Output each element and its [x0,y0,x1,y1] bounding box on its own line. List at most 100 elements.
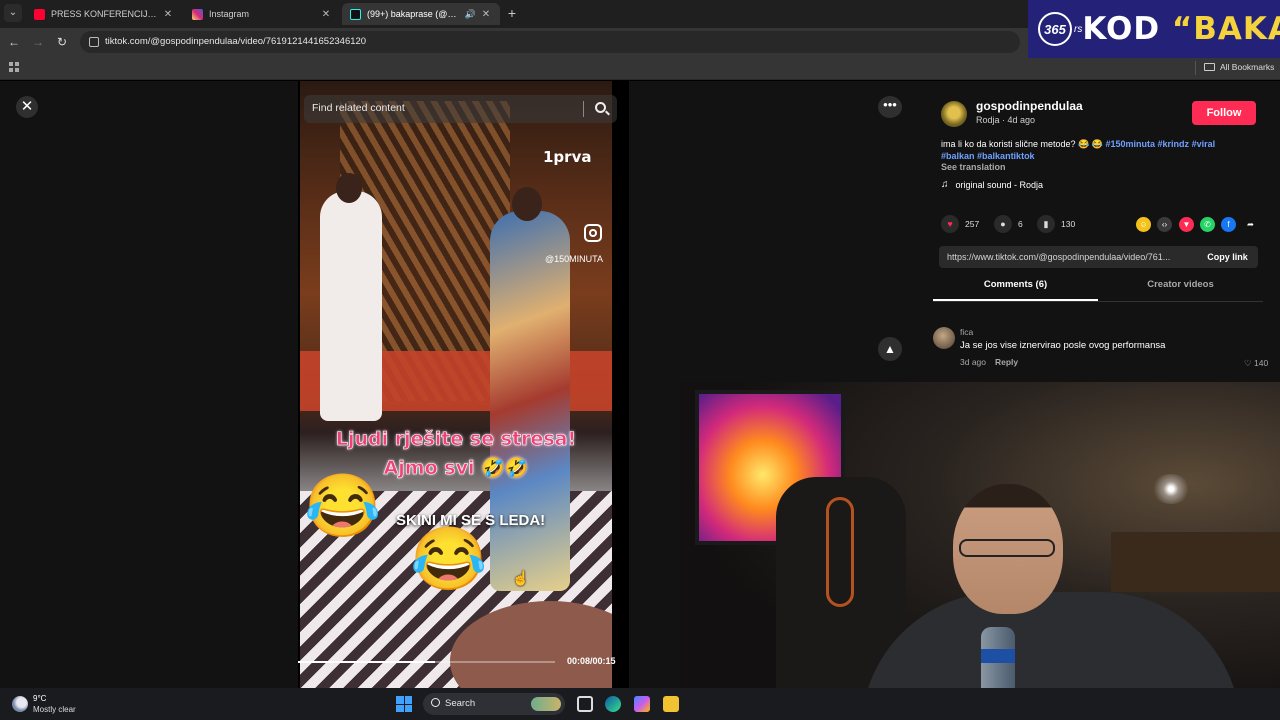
comment-like-button[interactable]: ♡ 140 [1244,358,1268,369]
reload-icon[interactable]: ↻ [54,34,70,50]
laughing-emoji: 😂 [410,525,488,594]
back-arrow-icon[interactable]: ← [6,34,22,50]
apps-grid-icon[interactable] [9,62,19,72]
hashtag-link[interactable]: #viral [1192,139,1216,149]
tab-title: Instagram [209,9,250,19]
friends-share-icon[interactable]: ☺ [1136,217,1151,232]
see-translation-link[interactable]: See translation [941,162,1006,172]
search-placeholder: Find related content [312,102,405,114]
instagram-icon [192,8,203,20]
more-options-icon[interactable]: ••• [878,96,902,118]
video-time: 00:08/00:15 [567,656,616,666]
comment-like-count: 140 [1254,358,1269,368]
edge-icon[interactable] [605,696,621,712]
share-arrow-icon[interactable]: ➦ [1243,217,1258,232]
comment-button[interactable]: ● 6 [994,215,1023,233]
weather-description[interactable]: Mostly clear [33,705,76,714]
video-progress-bar[interactable] [298,661,555,663]
post-description: ima li ko da koristi slične metode? 😂 😂 … [941,138,1251,162]
all-bookmarks-button[interactable]: All Bookmarks [1204,62,1274,72]
author-avatar[interactable] [941,101,967,127]
search-highlight-icon [531,697,561,711]
tab-instagram[interactable]: Instagram ✕ [184,3,340,25]
speaker-icon[interactable]: 🔊 [465,9,476,20]
promo-code-prefix: KOD [1082,11,1161,47]
hashtag-link[interactable]: #150minuta [1106,139,1156,149]
follow-button[interactable]: Follow [1192,101,1256,125]
hashtag-link[interactable]: #krindz [1158,139,1190,149]
search-icon[interactable] [595,102,606,113]
video-player[interactable]: 1prva @150MINUTA Ljudi rješite se stresa… [298,81,629,688]
close-tab-icon[interactable]: ✕ [162,9,174,20]
bookmarks-bar: All Bookmarks [0,56,1280,80]
tab-search-button[interactable]: ⌄ [4,4,22,22]
instagram-icon [584,224,602,242]
comment-icon: ● [994,215,1012,233]
site-info-icon[interactable] [89,37,99,47]
heart-icon: ♡ [1244,358,1252,368]
hashtag-link[interactable]: #balkantiktok [977,151,1035,161]
related-content-search[interactable]: Find related content [304,95,617,123]
video-progress-fill [298,661,436,663]
weather-temperature[interactable]: 9°C [33,694,46,703]
music-note-icon: ♫ [941,179,949,190]
search-icon [431,698,440,707]
facebook-icon[interactable]: f [1221,217,1236,232]
webcam-glasses [959,539,1055,557]
whatsapp-icon[interactable]: ✆ [1200,217,1215,232]
tiktok-icon [350,8,361,20]
task-view-icon[interactable] [577,696,593,712]
hashtag-link[interactable]: #balkan [941,151,975,161]
address-bar[interactable]: tiktok.com/@gospodinpendulaa/video/76191… [80,31,1020,53]
promo-banner: 365 rs KOD “BAKA” [1028,0,1280,58]
weather-icon[interactable] [12,696,28,712]
save-count: 130 [1061,219,1076,229]
close-icon[interactable]: ✕ [16,96,38,118]
tab-title: PRESS KONFERENCIJA - BOX EVENT [51,9,158,19]
windows-taskbar: 9°C Mostly clear Search [0,688,1280,720]
chevron-up-icon[interactable]: ▲ [878,337,902,361]
share-link-text[interactable]: https://www.tiktok.com/@gospodinpendulaa… [947,252,1192,262]
new-tab-button[interactable]: + [505,5,519,21]
tab-tiktok[interactable]: (99+) bakaprase (@bakaprase) 🔊 ✕ [342,3,500,25]
like-button[interactable]: ♥ 257 [941,215,979,233]
channel-logo: 1prva [543,148,592,166]
comment-username[interactable]: fica [960,327,973,337]
copy-link-button[interactable]: Copy link [1197,246,1258,268]
promo-code-text: KOD “BAKA” [1082,11,1280,47]
tab-comments[interactable]: Comments (6) [933,279,1098,301]
youtube-icon [34,8,45,20]
copilot-icon[interactable] [634,696,650,712]
like-count: 257 [965,219,980,229]
video-frame: 1prva @150MINUTA Ljudi rješite se stresa… [300,81,612,688]
sponsor-logo-suffix: rs [1074,23,1083,35]
laughing-emoji: 😂 [304,472,382,541]
webcam-desk [1111,532,1280,592]
taskbar-search-label: Search [445,698,476,709]
tab-creator-videos[interactable]: Creator videos [1098,279,1263,301]
forward-arrow-icon[interactable]: → [30,34,46,50]
author-name[interactable]: gospodinpendulaa [976,99,1083,113]
tab-press-konferencija[interactable]: PRESS KONFERENCIJA - BOX EVENT ✕ [26,3,182,25]
host-figure [320,173,382,421]
send-icon[interactable]: ▼ [1179,217,1194,232]
reply-button[interactable]: Reply [995,357,1018,367]
taskbar-search[interactable]: Search [423,693,565,715]
comment-item: fica Ja se jos vise iznervirao posle ovo… [932,325,1272,375]
close-tab-icon[interactable]: ✕ [480,9,492,20]
promo-code-value: “BAKA” [1171,11,1280,47]
avatar[interactable] [933,327,955,349]
heart-icon: ♥ [941,215,959,233]
all-bookmarks-label: All Bookmarks [1220,62,1275,72]
windows-start-icon[interactable] [396,696,412,712]
comment-text: Ja se jos vise iznervirao posle ovog per… [960,340,1166,351]
sound-link[interactable]: ♫ original sound - Rodja [941,179,1043,190]
save-button[interactable]: ▮ 130 [1037,215,1075,233]
comment-count: 6 [1018,219,1023,229]
share-link-box: https://www.tiktok.com/@gospodinpendulaa… [939,246,1258,268]
url-text[interactable]: tiktok.com/@gospodinpendulaa/video/76191… [105,36,366,47]
file-explorer-icon[interactable] [663,696,679,712]
close-tab-icon[interactable]: ✕ [320,9,332,20]
webcam-overlay [681,382,1280,720]
embed-icon[interactable]: ‹› [1157,217,1172,232]
